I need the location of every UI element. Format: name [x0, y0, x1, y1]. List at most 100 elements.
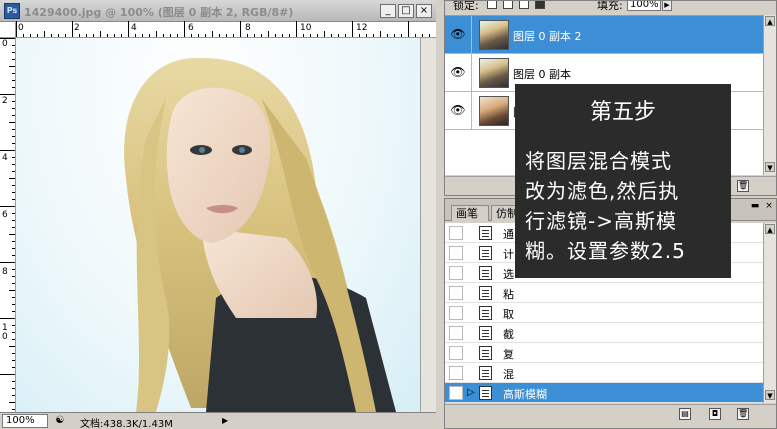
- history-state-icon: [479, 366, 492, 380]
- history-item[interactable]: 混: [445, 363, 763, 383]
- ruler-tick: [12, 269, 15, 270]
- ruler-tick: [100, 31, 101, 37]
- ruler-label: 1 0: [2, 323, 8, 342]
- layer-name: 图层 0 副本: [513, 68, 571, 81]
- history-item[interactable]: 取: [445, 303, 763, 323]
- ruler-tick: [12, 325, 15, 326]
- ruler-tick: [387, 34, 388, 37]
- ruler-tick: [401, 34, 402, 37]
- ruler-tick: [296, 21, 297, 37]
- lock-transparency-icon[interactable]: [487, 1, 497, 9]
- ruler-tick: [422, 34, 423, 37]
- fill-label: 填充:: [597, 1, 623, 12]
- status-menu-arrow-icon[interactable]: ▶: [222, 416, 228, 425]
- ruler-tick: [121, 34, 122, 37]
- ruler-tick: [93, 34, 94, 37]
- ruler-tick: [226, 34, 227, 37]
- ruler-label: 0: [2, 39, 8, 49]
- history-snapshot-checkbox[interactable]: [449, 346, 463, 360]
- history-item[interactable]: 粘: [445, 283, 763, 303]
- ruler-tick: [184, 21, 185, 37]
- zoom-level-field[interactable]: 100%: [2, 414, 48, 428]
- ruler-tick: [149, 34, 150, 37]
- image-canvas[interactable]: [16, 38, 420, 412]
- ruler-tick: [135, 34, 136, 37]
- history-snapshot-checkbox[interactable]: [449, 266, 463, 280]
- history-snapshot-checkbox[interactable]: [449, 386, 463, 400]
- ruler-tick: [12, 360, 15, 361]
- ruler-tick: [79, 34, 80, 37]
- camera-icon[interactable]: ◘: [709, 408, 721, 420]
- minimize-button[interactable]: _: [380, 4, 396, 18]
- canvas-vertical-scrollbar[interactable]: [420, 38, 436, 412]
- nav-icon[interactable]: ☯: [53, 415, 67, 427]
- history-snapshot-checkbox[interactable]: [449, 246, 463, 260]
- tutorial-step-overlay: 第五步 将图层混合模式 改为滤色,然后执 行滤镜->高斯模 糊。设置参数2.5: [515, 84, 731, 278]
- history-snapshot-checkbox[interactable]: [449, 326, 463, 340]
- ruler-tick: [0, 94, 15, 95]
- ruler-label: 10: [300, 23, 312, 33]
- history-item[interactable]: 截: [445, 323, 763, 343]
- history-snapshot-checkbox[interactable]: [449, 306, 463, 320]
- scroll-up-icon[interactable]: ▲: [765, 224, 775, 234]
- ruler-tick: [324, 31, 325, 37]
- ruler-tick: [345, 34, 346, 37]
- scroll-down-icon[interactable]: ▼: [765, 162, 775, 172]
- panel-close-icon[interactable]: ×: [763, 201, 775, 211]
- history-item[interactable]: 复: [445, 343, 763, 363]
- history-label: 计: [503, 248, 514, 261]
- instruction-line: 改为滤色,然后执: [525, 179, 680, 203]
- lock-position-icon[interactable]: [519, 1, 529, 9]
- eye-icon[interactable]: 👁: [449, 26, 467, 42]
- ruler-tick: [289, 34, 290, 37]
- fill-slider-arrow-icon[interactable]: ▶: [662, 1, 672, 11]
- ruler-tick: [12, 157, 15, 158]
- ruler-tick: [12, 339, 15, 340]
- portrait-photo: [124, 57, 396, 412]
- ruler-tick: [261, 34, 262, 37]
- eye-icon[interactable]: 👁: [449, 64, 467, 80]
- fill-input[interactable]: 100%: [627, 1, 661, 11]
- ruler-tick: [12, 395, 15, 396]
- panel-minimize-icon[interactable]: ▬: [749, 201, 761, 211]
- ruler-label: 0: [18, 23, 24, 33]
- history-item[interactable]: ▷ 高斯模糊: [445, 383, 763, 403]
- ruler-tick: [12, 108, 15, 109]
- history-state-pointer-icon[interactable]: ▷: [467, 387, 475, 398]
- eye-icon[interactable]: 👁: [449, 102, 467, 118]
- history-snapshot-checkbox[interactable]: [449, 366, 463, 380]
- ruler-tick: [212, 31, 213, 37]
- new-document-from-state-icon[interactable]: ▤: [679, 408, 691, 420]
- lock-image-icon[interactable]: [503, 1, 513, 9]
- scroll-down-icon[interactable]: ▼: [765, 390, 775, 400]
- history-bottom-toolbar: ▤ ◘ 🗑: [445, 404, 776, 428]
- ruler-label: 12: [356, 23, 368, 33]
- horizontal-ruler[interactable]: 0 2 4 6 8 10 12: [16, 21, 436, 38]
- ruler-tick: [107, 34, 108, 37]
- layers-scrollbar[interactable]: ▲ ▼: [763, 15, 776, 175]
- lock-all-icon[interactable]: [535, 1, 545, 9]
- layer-row[interactable]: 👁 图层 0 副本 2: [445, 16, 763, 54]
- close-button[interactable]: ×: [416, 4, 432, 18]
- ruler-origin[interactable]: [0, 22, 16, 38]
- maximize-button[interactable]: □: [398, 4, 414, 18]
- history-snapshot-checkbox[interactable]: [449, 286, 463, 300]
- ruler-tick: [12, 248, 15, 249]
- ruler-tick: [12, 52, 15, 53]
- trash-icon[interactable]: 🗑: [737, 180, 749, 192]
- history-snapshot-checkbox[interactable]: [449, 226, 463, 240]
- instruction-line: 糊。设置参数2.5: [525, 239, 686, 263]
- ruler-tick: [240, 21, 241, 37]
- history-label: 通: [503, 228, 514, 241]
- ruler-tick: [12, 59, 15, 60]
- scroll-up-icon[interactable]: ▲: [765, 16, 775, 26]
- vertical-ruler[interactable]: 0 2 4 6 8 1 0: [0, 38, 16, 412]
- tab-brushes[interactable]: 画笔: [451, 205, 489, 221]
- history-scrollbar[interactable]: ▲ ▼: [763, 223, 776, 403]
- ruler-tick: [12, 297, 15, 298]
- history-label: 粘: [503, 288, 514, 301]
- document-titlebar[interactable]: Ps 1429400.jpg @ 100% (图层 0 副本 2, RGB/8#…: [0, 0, 436, 22]
- trash-icon[interactable]: 🗑: [737, 408, 749, 420]
- step-title: 第五步: [589, 100, 656, 125]
- ruler-tick: [9, 66, 15, 67]
